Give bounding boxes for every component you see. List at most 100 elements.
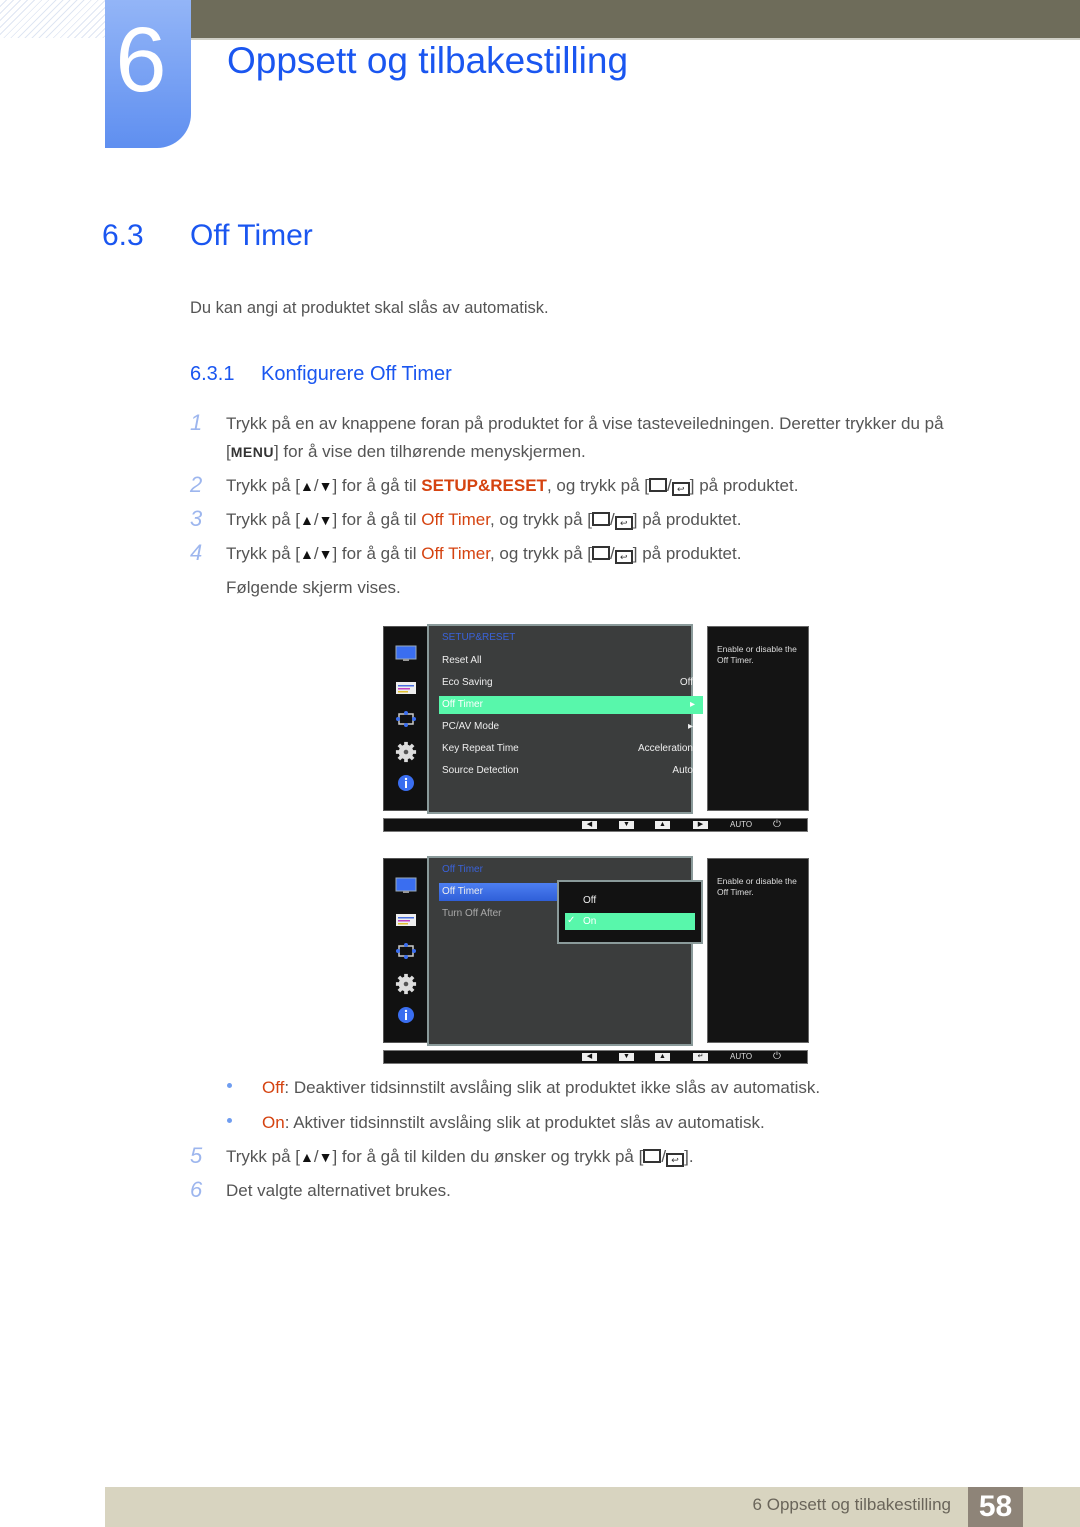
step-text: for å gå til kilden du ønsker og trykk p…	[341, 1147, 634, 1166]
down-arrow-icon: ▼	[318, 478, 333, 494]
step-text: for å gå til	[341, 510, 417, 529]
step-text: på produktet.	[642, 544, 742, 563]
osd-item-value: Off	[679, 677, 693, 688]
osd-help-text: Enable or disable the Off Timer.	[717, 876, 797, 897]
osd-help-text: Enable or disable the Off Timer.	[717, 644, 797, 665]
option-label: On	[583, 916, 597, 927]
osd-item-pc-av-mode[interactable]: PC/AV Mode ▸	[439, 718, 701, 736]
enter-icon: ↩	[614, 516, 633, 530]
source-icon	[649, 478, 667, 492]
chapter-title: Oppsett og tilbakestilling	[227, 40, 629, 81]
step-text: Det valgte alternativet brukes.	[226, 1181, 451, 1200]
osd-item-label: Eco Saving	[442, 677, 493, 688]
option-off[interactable]: Off	[565, 892, 695, 909]
option-label: Off	[583, 895, 597, 906]
step-text: på produktet.	[699, 476, 799, 495]
osd-button-bar: ◀ ▼ ▲ ▶ AUTO ⏻	[383, 818, 808, 832]
bullet-term: On	[262, 1113, 285, 1132]
step-text: Trykk på en av knappene foran på produkt…	[226, 414, 944, 433]
page-footer: 6 Oppsett og tilbakestilling 58	[105, 1487, 1080, 1527]
osd-item-eco-saving[interactable]: Eco Saving Off	[439, 674, 701, 692]
step-number: 6	[190, 1177, 203, 1202]
osd-item-label: Off Timer	[442, 699, 483, 710]
osd-item-off-timer[interactable]: Off Timer ▸	[439, 696, 703, 714]
step-number: 5	[190, 1143, 203, 1168]
step-text: .	[688, 1147, 694, 1166]
left-button-icon[interactable]: ◀	[582, 1053, 597, 1061]
osd-item-label: Reset All	[442, 655, 482, 666]
osd-sidebar	[383, 626, 429, 811]
header-hatch	[0, 0, 105, 38]
osd-option-popup: Off ✓ On	[557, 880, 703, 944]
step-number: 2	[190, 472, 203, 497]
step-text: Trykk på	[226, 1147, 291, 1166]
subsection-title: Konfigurere Off Timer	[261, 363, 452, 385]
osd-help-panel: Enable or disable the Off Timer.	[707, 858, 809, 1043]
step-text: for å gå til	[341, 544, 417, 563]
step-1-line2: [MENU] for å vise den tilhørende menyskj…	[226, 442, 586, 461]
osd-menu-panel: Off Timer Off Timer Turn Off After Off ✓…	[427, 856, 703, 1046]
bullet-term: Off	[262, 1078, 285, 1097]
step-text: , og trykk på	[546, 476, 640, 495]
menu-target: Off Timer	[421, 510, 490, 529]
osd-help-panel: Enable or disable the Off Timer.	[707, 626, 809, 811]
page-number: 58	[968, 1487, 1023, 1527]
bullet-text: : Deaktiver tidsinnstilt avslåing slik a…	[284, 1078, 821, 1097]
step-text: , og trykk på	[489, 510, 583, 529]
enter-icon: ↩	[671, 482, 690, 496]
section-number: 6.3	[102, 219, 144, 252]
section-intro: Du kan angi at produktet skal slås av au…	[190, 299, 549, 317]
step-text: Trykk på	[226, 510, 291, 529]
auto-button[interactable]: AUTO	[730, 1052, 752, 1061]
step-text: , og trykk på	[489, 544, 583, 563]
right-button-icon[interactable]: ▶	[693, 821, 708, 829]
osd-menu-title: Off Timer	[442, 864, 483, 875]
menu-key-icon: MENU	[230, 444, 274, 460]
osd-item-label: Key Repeat Time	[442, 743, 519, 754]
up-button-icon[interactable]: ▲	[655, 1053, 670, 1061]
down-button-icon[interactable]: ▼	[619, 821, 634, 829]
checkmark-icon: ✓	[567, 915, 576, 926]
osd-item-label: PC/AV Mode	[442, 721, 500, 732]
down-arrow-icon: ▼	[318, 512, 333, 528]
up-button-icon[interactable]: ▲	[655, 821, 670, 829]
step-number: 4	[190, 540, 203, 565]
step-text: for å vise den tilhørende menyskjermen.	[283, 442, 586, 461]
source-icon	[592, 512, 611, 526]
osd-item-source-detection[interactable]: Source Detection Auto	[439, 762, 701, 780]
step-text: Trykk på	[226, 544, 291, 563]
osd-item-value: Acceleration	[637, 743, 693, 754]
chevron-right-icon: ▸	[689, 699, 695, 710]
size-position-icon	[396, 943, 416, 959]
onscreen-display-icon	[396, 914, 416, 926]
step-text: på produktet.	[642, 510, 742, 529]
osd-item-reset-all[interactable]: Reset All	[439, 652, 701, 670]
osd-menu-title: SETUP&RESET	[442, 632, 516, 643]
menu-target: Off Timer	[421, 544, 490, 563]
osd-screen-off-timer: Off Timer Off Timer Turn Off After Off ✓…	[383, 856, 809, 1096]
settings-gear-icon	[395, 973, 417, 995]
chevron-right-icon: ▸	[687, 721, 693, 732]
step-number: 1	[190, 410, 203, 435]
power-icon[interactable]: ⏻	[773, 1051, 781, 1062]
down-button-icon[interactable]: ▼	[619, 1053, 634, 1061]
left-button-icon[interactable]: ◀	[582, 821, 597, 829]
osd-item-label: Turn Off After	[442, 908, 502, 919]
osd-menu-panel: SETUP&RESET Reset All Eco Saving Off Off …	[427, 624, 703, 814]
enter-button-icon[interactable]: ↵	[693, 1053, 708, 1061]
osd-item-label: Off Timer	[442, 886, 483, 897]
osd-screen-setup-reset: SETUP&RESET Reset All Eco Saving Off Off …	[383, 624, 809, 864]
menu-target: SETUP&RESET	[421, 476, 547, 495]
osd-item-key-repeat-time[interactable]: Key Repeat Time Acceleration	[439, 740, 701, 758]
step-text: for å gå til	[341, 476, 417, 495]
subsection-number: 6.3.1	[190, 363, 235, 385]
settings-gear-icon	[395, 741, 417, 763]
option-on[interactable]: ✓ On	[565, 913, 695, 930]
up-arrow-icon: ▲	[300, 512, 314, 528]
picture-icon	[395, 645, 417, 661]
header-bar	[190, 0, 1080, 38]
enter-icon: ↩	[614, 550, 633, 564]
auto-button[interactable]: AUTO	[730, 820, 752, 829]
up-arrow-icon: ▲	[300, 1149, 314, 1165]
power-icon[interactable]: ⏻	[773, 819, 781, 830]
